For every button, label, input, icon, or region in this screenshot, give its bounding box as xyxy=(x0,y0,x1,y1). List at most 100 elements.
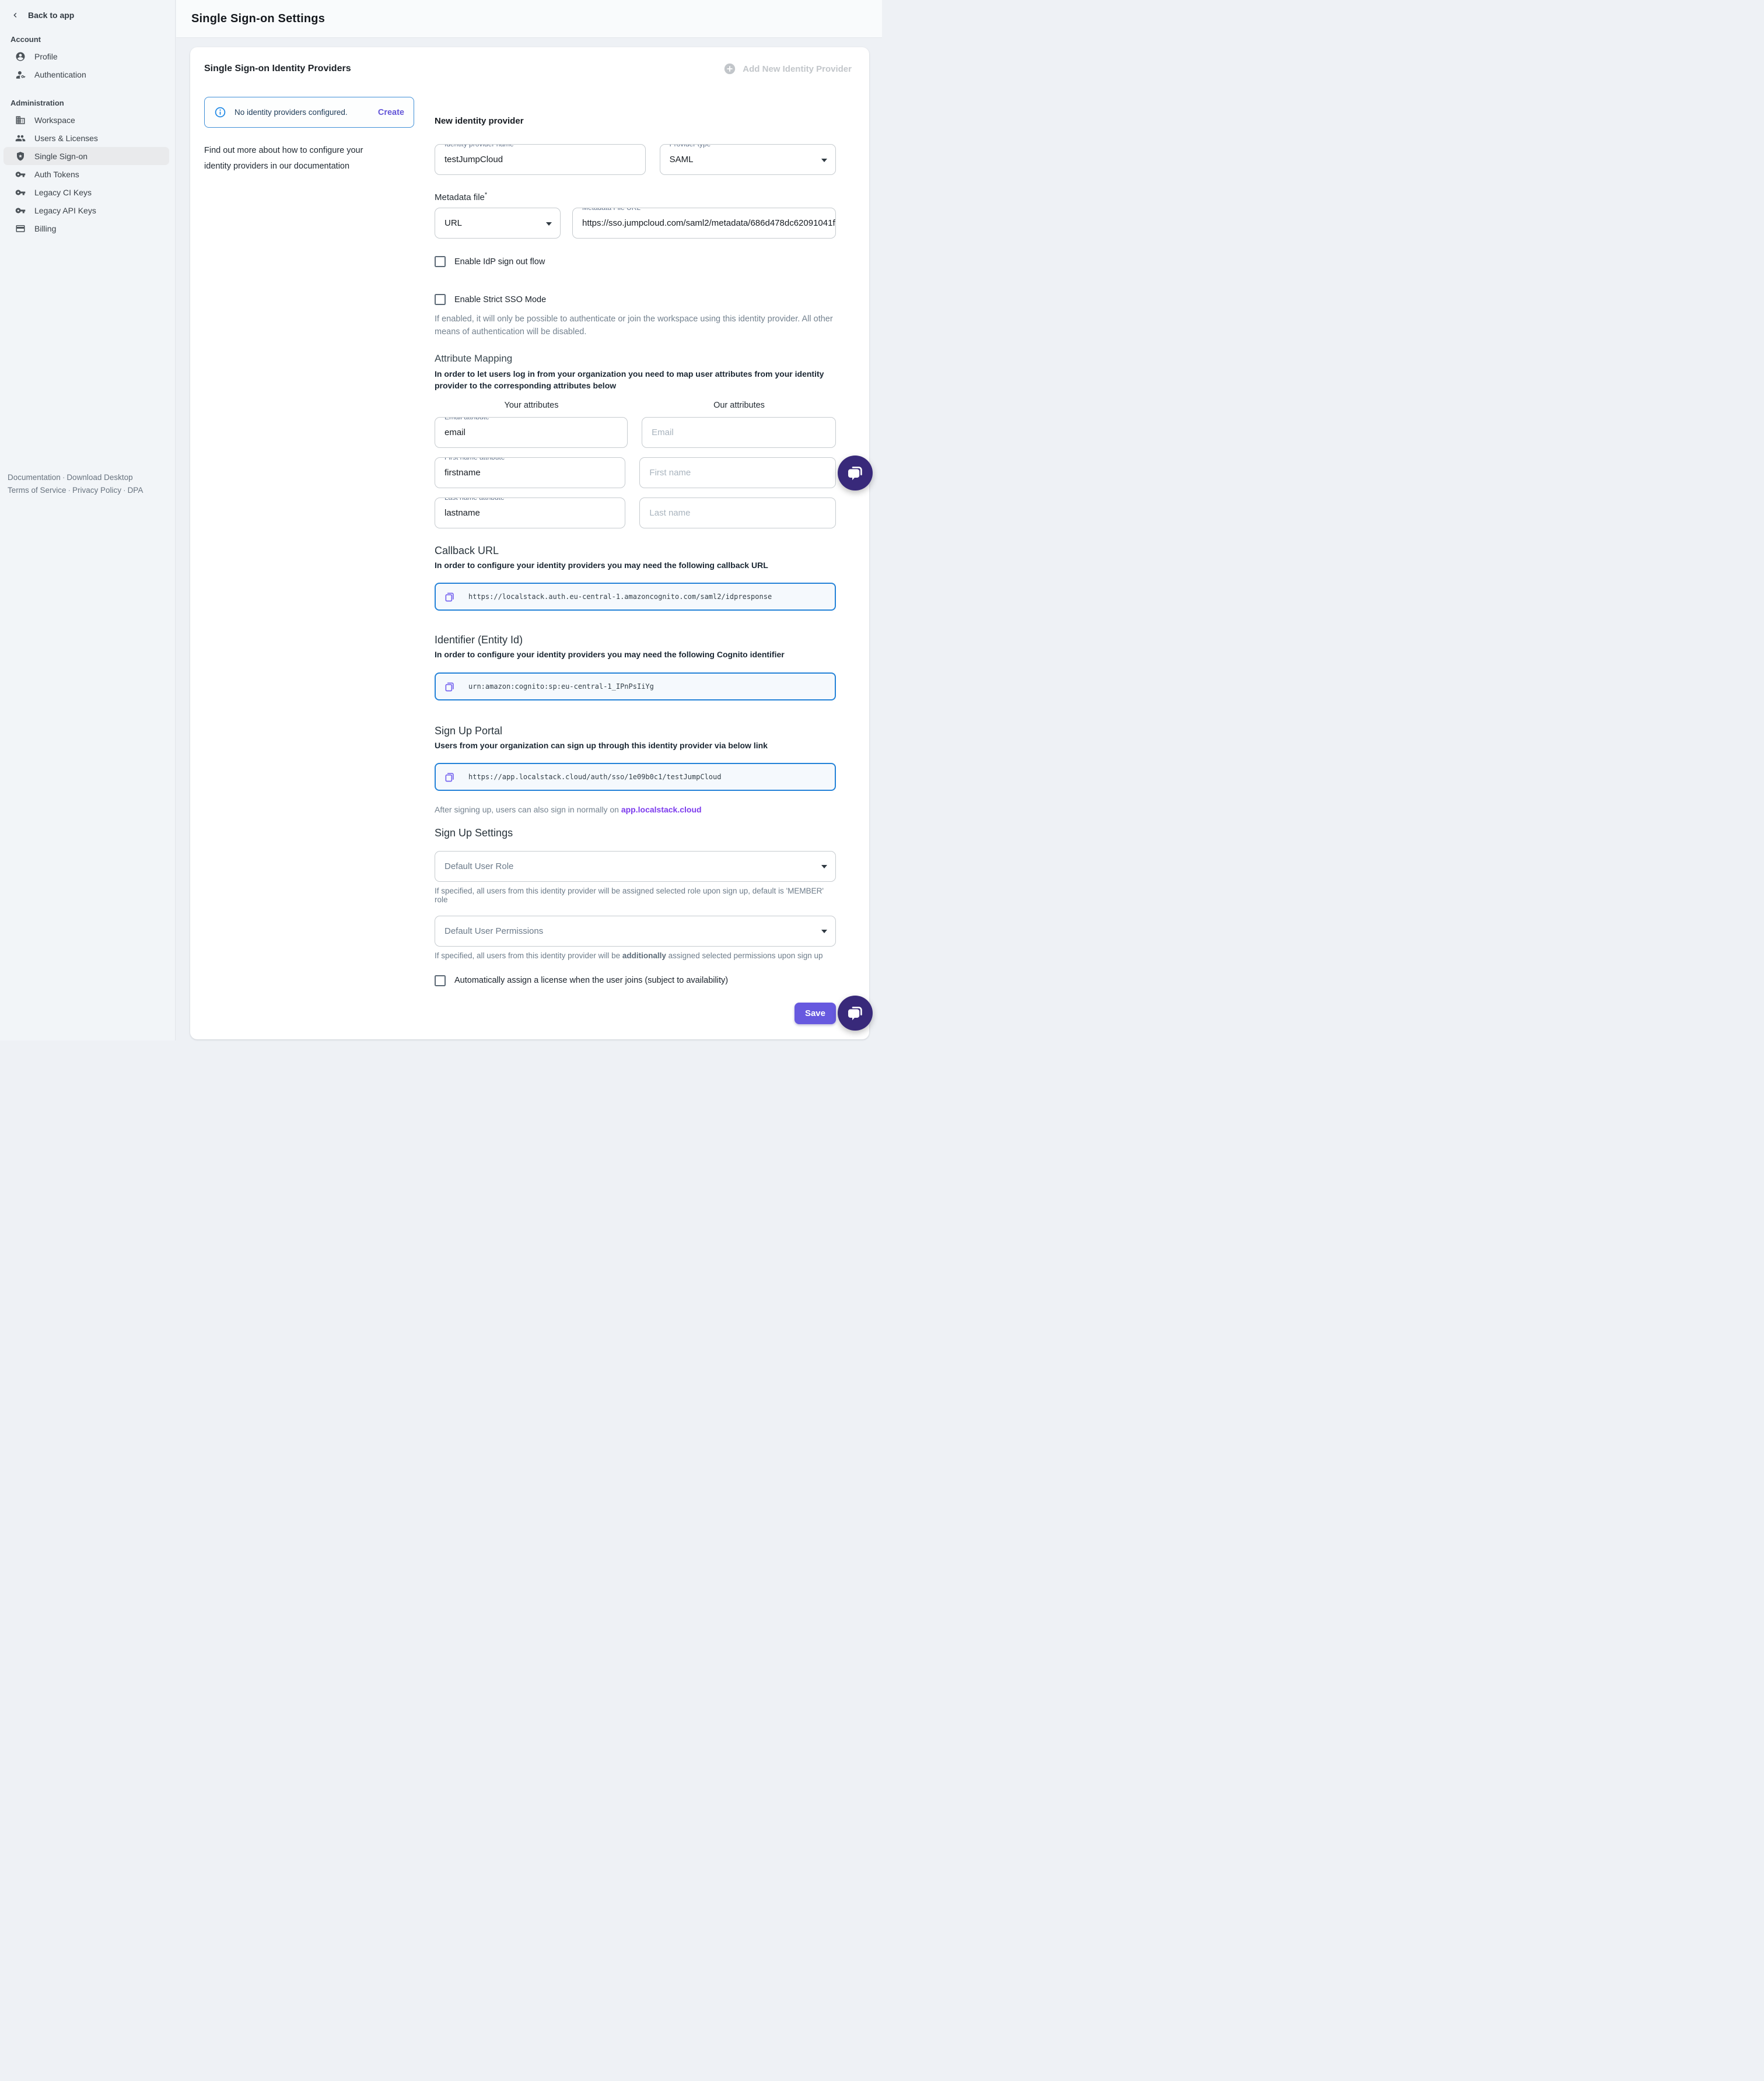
chevron-down-icon xyxy=(821,865,827,868)
metadata-file-label: Metadata file* xyxy=(435,191,836,202)
account-circle-icon xyxy=(15,51,26,62)
no-providers-alert: No identity providers configured. Create xyxy=(204,97,414,128)
sidebar-item-label: Legacy API Keys xyxy=(34,206,96,215)
back-to-app-label: Back to app xyxy=(28,10,74,20)
terms-of-service-link[interactable]: Terms of Service xyxy=(8,486,66,495)
sidebar-item-single-sign-on[interactable]: Single Sign-on xyxy=(4,147,169,165)
metadata-file-url-label: Metadata File URL * xyxy=(579,208,648,211)
signup-note: After signing up, users can also sign in… xyxy=(435,805,836,814)
signup-portal-value: https://app.localstack.cloud/auth/sso/1e… xyxy=(468,773,721,781)
default-user-role-help: If specified, all users from this identi… xyxy=(435,887,836,904)
sidebar-item-profile[interactable]: Profile xyxy=(4,47,169,65)
key-icon xyxy=(15,169,26,180)
documentation-link[interactable]: Documentation xyxy=(8,473,61,482)
sidebar-item-auth-tokens[interactable]: Auth Tokens xyxy=(4,165,169,183)
strict-sso-checkbox[interactable] xyxy=(435,294,446,305)
download-desktop-link[interactable]: Download Desktop xyxy=(66,473,132,482)
sidebar-item-legacy-api-keys[interactable]: Legacy API Keys xyxy=(4,201,169,219)
attribute-columns-header: Your attributes Our attributes xyxy=(435,401,836,410)
back-to-app-button[interactable]: Back to app xyxy=(0,0,175,20)
copy-icon[interactable] xyxy=(444,771,456,783)
lastname-attribute-input[interactable]: Last name attribute lastname xyxy=(435,498,625,528)
save-row: Save xyxy=(435,1003,836,1024)
our-firstname-placeholder: First name xyxy=(649,468,691,478)
sidebar-item-legacy-ci-keys[interactable]: Legacy CI Keys xyxy=(4,183,169,201)
page-title: Single Sign-on Settings xyxy=(191,12,325,26)
save-button[interactable]: Save xyxy=(794,1003,836,1024)
lastname-attribute-label: Last name attribute xyxy=(442,498,508,501)
idp-signout-label: Enable IdP sign out flow xyxy=(454,257,545,267)
identifier-heading: Identifier (Entity Id) xyxy=(435,634,836,646)
provider-type-label: Provider type * xyxy=(667,144,719,148)
person-key-icon xyxy=(15,69,26,80)
building-icon xyxy=(15,115,26,125)
signup-portal-description: Users from your organization can sign up… xyxy=(435,740,836,751)
our-email-placeholder: Email xyxy=(652,428,674,437)
attribute-mapping-heading: Attribute Mapping xyxy=(435,353,836,365)
create-provider-button[interactable]: Create xyxy=(378,108,404,117)
identity-provider-name-input[interactable]: Identity provider name * testJumpCloud xyxy=(435,144,646,175)
sidebar-item-authentication[interactable]: Authentication xyxy=(4,65,169,83)
email-attribute-label: Email attribute * xyxy=(442,417,497,421)
sidebar-item-workspace[interactable]: Workspace xyxy=(4,111,169,129)
metadata-file-url-input[interactable]: Metadata File URL * https://sso.jumpclou… xyxy=(572,208,836,239)
card-header: Single Sign-on Identity Providers Add Ne… xyxy=(190,47,869,75)
firstname-attribute-row: First name attribute firstname First nam… xyxy=(435,457,836,488)
providers-list-column: No identity providers configured. Create… xyxy=(204,97,414,174)
chat-icon xyxy=(846,1004,864,1022)
sidebar-item-label: Auth Tokens xyxy=(34,170,79,179)
our-lastname-placeholder: Last name xyxy=(649,508,690,518)
email-attribute-input[interactable]: Email attribute * email xyxy=(435,417,628,448)
new-identity-provider-form: New identity provider Identity provider … xyxy=(435,116,836,1024)
docs-note: Find out more about how to configure you… xyxy=(204,143,388,174)
sidebar-item-label: Billing xyxy=(34,224,56,233)
chat-widget-button[interactable] xyxy=(838,996,873,1031)
chevron-left-icon xyxy=(10,10,20,20)
add-new-identity-provider-button[interactable]: Add New Identity Provider xyxy=(723,62,852,75)
chevron-down-icon xyxy=(821,930,827,933)
footer-separator: · xyxy=(66,486,73,495)
auto-license-label: Automatically assign a license when the … xyxy=(454,976,728,985)
signup-settings-heading: Sign Up Settings xyxy=(435,827,836,839)
firstname-attribute-input[interactable]: First name attribute firstname xyxy=(435,457,625,488)
name-type-row: Identity provider name * testJumpCloud P… xyxy=(435,144,836,175)
card-title: Single Sign-on Identity Providers xyxy=(204,64,351,74)
auto-license-checkbox[interactable] xyxy=(435,975,446,986)
main-content: Single Sign-on Identity Providers Add Ne… xyxy=(176,38,882,1040)
key-icon xyxy=(15,187,26,198)
default-user-role-select[interactable]: Default User Role xyxy=(435,851,836,882)
default-user-permissions-select[interactable]: Default User Permissions xyxy=(435,916,836,947)
sidebar: Back to app Account Profile Authenticati… xyxy=(0,0,176,1040)
callback-url-heading: Callback URL xyxy=(435,545,836,557)
our-firstname-input: First name xyxy=(639,457,836,488)
provider-type-value: SAML xyxy=(670,155,694,164)
sso-card: Single Sign-on Identity Providers Add Ne… xyxy=(190,47,869,1039)
callback-url-copybox: https://localstack.auth.eu-central-1.ama… xyxy=(435,583,836,611)
strict-sso-checkbox-row[interactable]: Enable Strict SSO Mode xyxy=(435,294,836,305)
required-mark: * xyxy=(485,191,487,198)
firstname-attribute-value: firstname xyxy=(444,468,481,478)
provider-type-select[interactable]: Provider type * SAML xyxy=(660,144,836,175)
email-attribute-value: email xyxy=(444,428,466,437)
privacy-policy-link[interactable]: Privacy Policy xyxy=(72,486,121,495)
copy-icon[interactable] xyxy=(444,681,456,692)
callback-url-description: In order to configure your identity prov… xyxy=(435,559,836,571)
app-localstack-cloud-link[interactable]: app.localstack.cloud xyxy=(621,805,702,814)
form-heading: New identity provider xyxy=(435,116,836,126)
sidebar-item-users-licenses[interactable]: Users & Licenses xyxy=(4,129,169,147)
auto-license-checkbox-row[interactable]: Automatically assign a license when the … xyxy=(435,975,836,986)
footer-separator: · xyxy=(61,473,67,482)
copy-icon[interactable] xyxy=(444,591,456,602)
metadata-source-select[interactable]: URL xyxy=(435,208,561,239)
idp-signout-checkbox-row[interactable]: Enable IdP sign out flow xyxy=(435,256,836,267)
alert-text: No identity providers configured. xyxy=(235,108,348,117)
sidebar-item-billing[interactable]: Billing xyxy=(4,219,169,237)
chat-widget-button[interactable] xyxy=(838,456,873,491)
our-lastname-input: Last name xyxy=(639,498,836,528)
dpa-link[interactable]: DPA xyxy=(128,486,144,495)
idp-signout-checkbox[interactable] xyxy=(435,256,446,267)
page: Back to app Account Profile Authenticati… xyxy=(0,0,882,1040)
metadata-source-value: URL xyxy=(444,218,462,228)
signup-portal-heading: Sign Up Portal xyxy=(435,725,836,737)
card-body: No identity providers configured. Create… xyxy=(190,75,869,1024)
